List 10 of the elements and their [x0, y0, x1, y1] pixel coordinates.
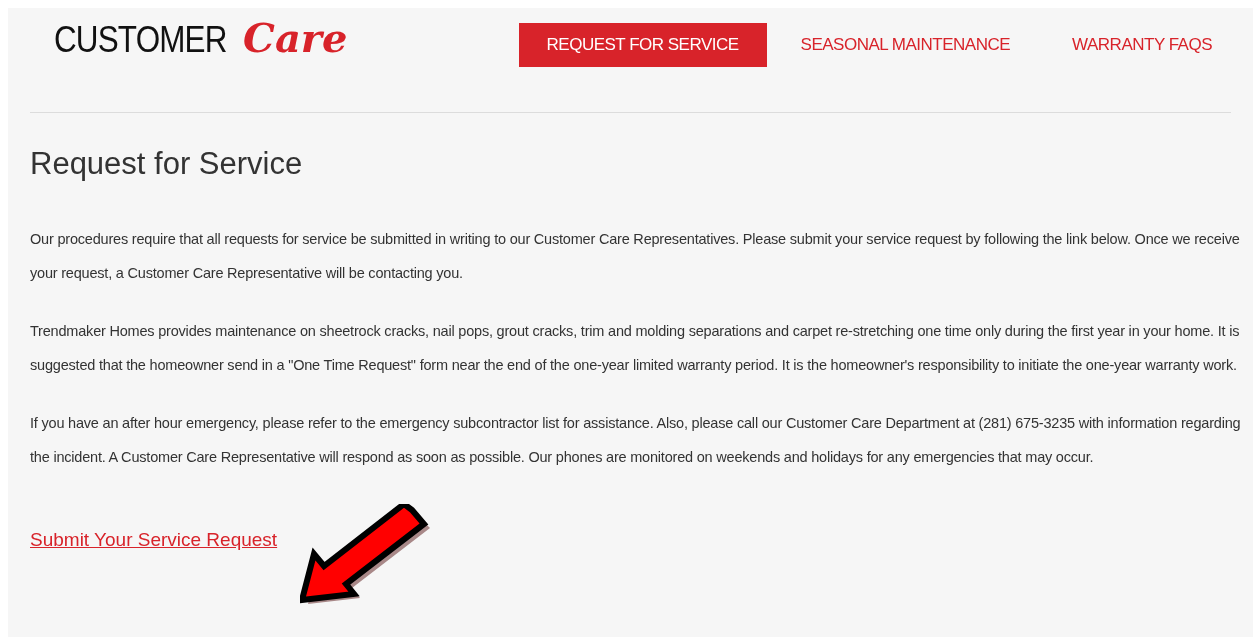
page-heading: Request for Service — [30, 145, 304, 183]
body-paragraph: Our procedures require that all requests for service be submitted in writing to our Customer Care Representatives. Please submit your service request by following the link below. Once we receive your request, a Customer Care Representative will be contacting you. — [30, 229, 1241, 283]
nav-tab[interactable]: WARRANTY FAQS — [1044, 23, 1240, 67]
logo-script-text: Care — [243, 18, 348, 58]
body-paragraph: If you have an after hour emergency, please refer to the emergency subcontractor list for assistance. Also, please call our Customer Care Department at (281) 675-3235 with information regarding the incident. A Customer Care Representative will respond as soon as possible. Our phones are monitored on weekends and holidays for any emergencies that may occur. — [30, 413, 1242, 467]
logo-text: CUSTOMER — [54, 21, 227, 58]
submit-request-link[interactable]: Submit Your Service Request — [30, 525, 278, 554]
body-paragraph: Trendmaker Homes provides maintenance on sheetrock cracks, nail pops, grout cracks, trim and molding separations and carpet re-stretching one time only during the first year in your home. It is suggested that the homeowner send in a "One Time Request" form near the end of the one-year limited warranty period. It is the homeowner's responsibility to initiate the one-year warranty work. — [30, 321, 1241, 375]
nav-tab[interactable]: SEASONAL MAINTENANCE — [772, 23, 1039, 67]
nav-tab[interactable]: REQUEST FOR SERVICE — [518, 23, 767, 67]
